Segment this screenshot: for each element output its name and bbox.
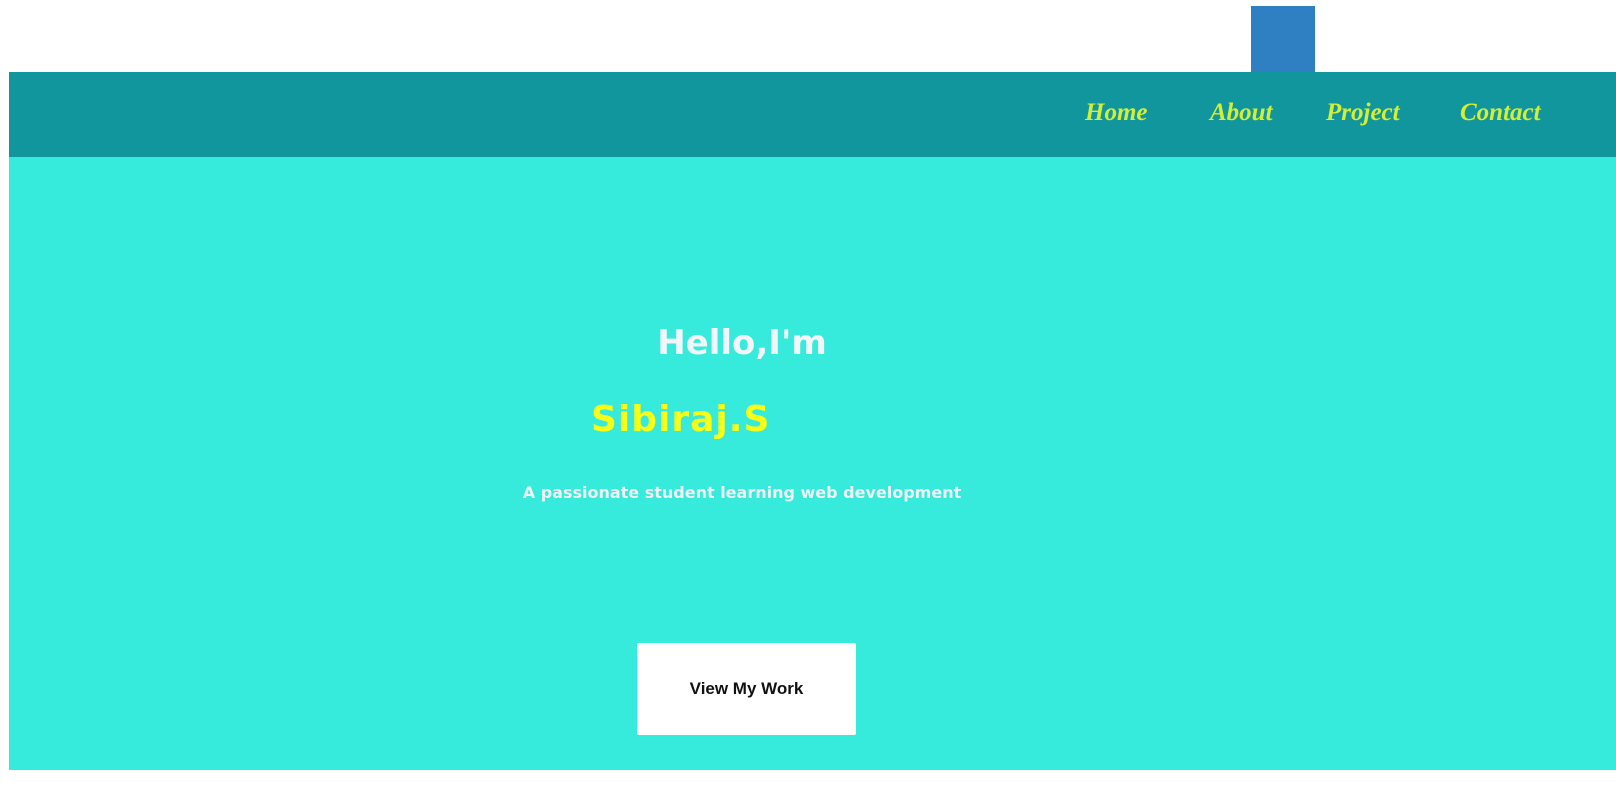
hero-greeting: Hello,I'm: [657, 323, 827, 363]
hero-tagline: A passionate student learning web develo…: [522, 483, 962, 502]
nav-link-home[interactable]: Home: [1085, 98, 1148, 128]
decorative-square: [1251, 6, 1315, 72]
nav-link-contact[interactable]: Contact: [1460, 98, 1541, 128]
hero-section: Hello,I'm Sibiraj.S A passionate student…: [9, 157, 1616, 770]
navbar: Home About Project Contact: [9, 72, 1616, 157]
nav-link-about[interactable]: About: [1210, 98, 1273, 128]
nav-link-project[interactable]: Project: [1326, 98, 1400, 128]
view-my-work-button[interactable]: View My Work: [637, 643, 856, 735]
hero-name: Sibiraj.S: [591, 399, 771, 440]
